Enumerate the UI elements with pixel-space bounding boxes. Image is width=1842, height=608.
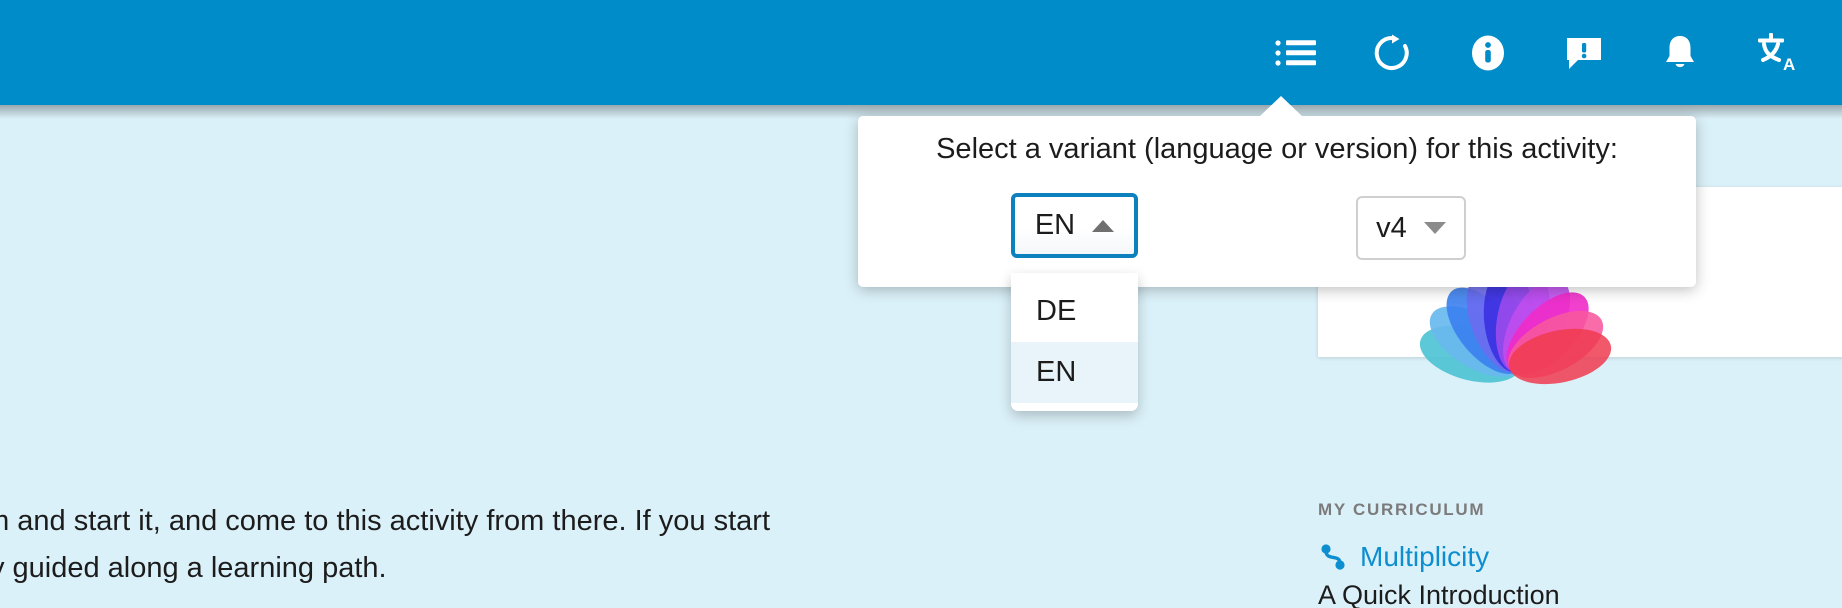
appbar: A (0, 0, 1842, 105)
curriculum-block: MY CURRICULUM Multiplicity A Quick Intro… (1318, 500, 1560, 608)
appbar-toolbar: A (1272, 0, 1800, 105)
variant-selects-row: EN v4 (858, 193, 1696, 263)
language-select[interactable]: EN (1011, 193, 1138, 258)
curriculum-link-row[interactable]: Multiplicity (1318, 541, 1560, 573)
translate-icon[interactable]: A (1752, 29, 1800, 77)
chevron-down-icon (1423, 222, 1446, 234)
svg-text:A: A (1783, 55, 1795, 74)
screen: urriculum and start it, and come to this… (0, 0, 1842, 608)
language-dropdown-list: DE EN (1011, 273, 1138, 411)
paragraph-line-2: be nicely guided along a learning path. (0, 552, 387, 584)
language-option-en[interactable]: EN (1011, 342, 1138, 403)
bell-icon[interactable] (1656, 29, 1704, 77)
paragraph-line-1: urriculum and start it, and come to this… (0, 505, 770, 537)
refresh-icon[interactable] (1368, 29, 1416, 77)
version-select[interactable]: v4 (1356, 196, 1466, 260)
curriculum-label: MY CURRICULUM (1318, 500, 1486, 519)
curriculum-subtitle: A Quick Introduction (1318, 580, 1560, 608)
curriculum-link[interactable]: Multiplicity (1360, 541, 1489, 573)
language-option-de[interactable]: DE (1011, 281, 1138, 342)
activity-paragraph: urriculum and start it, and come to this… (0, 498, 990, 592)
info-icon[interactable] (1464, 29, 1512, 77)
feedback-icon[interactable] (1560, 29, 1608, 77)
curriculum-path-icon (1321, 544, 1345, 570)
popover-title: Select a variant (language or version) f… (936, 133, 1618, 165)
list-icon[interactable] (1272, 29, 1320, 77)
popover-arrow (1259, 96, 1303, 117)
language-select-value: EN (1034, 209, 1076, 241)
version-select-value: v4 (1376, 211, 1407, 244)
variant-popover: Select a variant (language or version) f… (858, 116, 1696, 287)
chevron-up-icon (1092, 219, 1115, 232)
